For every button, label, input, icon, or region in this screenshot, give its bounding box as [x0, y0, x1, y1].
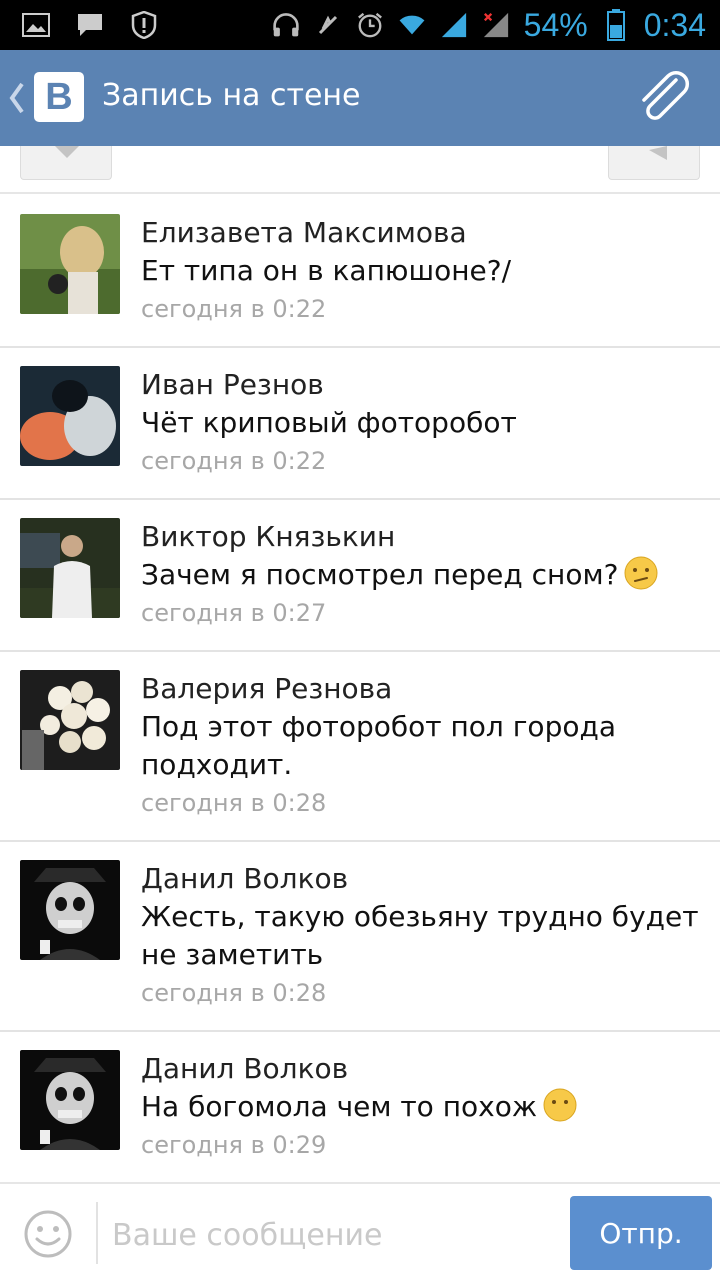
signal-no-data-icon: [482, 11, 510, 39]
post-action-row: [0, 146, 720, 194]
comment-text: Жесть, такую обезьяну трудно будет не за…: [141, 900, 699, 971]
comment-text: Зачем я посмотрел перед сном?: [141, 556, 706, 594]
avatar[interactable]: [20, 670, 120, 770]
comment-item[interactable]: Елизавета Максимова Ет типа он в капюшон…: [0, 196, 720, 348]
mute-icon: [314, 11, 342, 39]
comment-time: сегодня в 0:29: [141, 1131, 327, 1159]
comment-item[interactable]: Виктор Князькин Зачем я посмотрел перед …: [0, 500, 720, 652]
comment-author[interactable]: Валерия Резнова: [141, 670, 706, 708]
message-composer: Отпр.: [0, 1182, 720, 1280]
page-title: Запись на стене: [102, 78, 361, 113]
composer-divider: [96, 1202, 98, 1264]
status-bar: 54% 0:34: [0, 0, 720, 50]
comment-time: сегодня в 0:22: [141, 447, 327, 475]
smiley-icon[interactable]: [22, 1208, 74, 1260]
headphones-icon: [272, 11, 300, 39]
comment-item[interactable]: Данил Волков Жесть, такую обезьяну трудн…: [0, 842, 720, 1032]
avatar[interactable]: [20, 1050, 120, 1150]
comment-item[interactable]: Данил Волков На богомола чем то похож се…: [0, 1032, 720, 1184]
avatar[interactable]: [20, 366, 120, 466]
signal-icon: [440, 11, 468, 39]
comment-author[interactable]: Иван Резнов: [141, 366, 706, 404]
comment-author[interactable]: Данил Волков: [141, 1050, 706, 1088]
app-header: B Запись на стене: [0, 50, 720, 146]
comment-author[interactable]: Данил Волков: [141, 860, 706, 898]
no-mouth-face-icon: [543, 1088, 577, 1122]
comment-text: Под этот фоторобот пол города подходит.: [141, 710, 616, 781]
share-button[interactable]: [608, 146, 700, 180]
comments-list: Елизавета Максимова Ет типа он в капюшон…: [0, 196, 720, 1184]
paperclip-icon[interactable]: [636, 70, 694, 128]
send-button[interactable]: Отпр.: [570, 1196, 712, 1270]
comment-time: сегодня в 0:28: [141, 789, 327, 817]
comment-time: сегодня в 0:22: [141, 295, 327, 323]
vk-logo[interactable]: B: [34, 72, 84, 122]
avatar[interactable]: [20, 518, 120, 618]
comment-time: сегодня в 0:27: [141, 599, 327, 627]
message-input[interactable]: [112, 1208, 542, 1262]
battery-icon: [602, 9, 630, 41]
back-chevron-icon[interactable]: [6, 80, 26, 116]
comment-author[interactable]: Виктор Князькин: [141, 518, 706, 556]
comment-item[interactable]: Иван Резнов Чёт криповый фоторобот сегод…: [0, 348, 720, 500]
comment-item[interactable]: Валерия Резнова Под этот фоторобот пол г…: [0, 652, 720, 842]
wifi-icon: [398, 11, 426, 39]
comment-text: Чёт криповый фоторобот: [141, 406, 517, 439]
battery-percent: 54%: [523, 7, 588, 43]
confused-face-icon: [624, 556, 658, 590]
alarm-icon: [356, 11, 384, 39]
clock: 0:34: [643, 7, 706, 43]
avatar[interactable]: [20, 860, 120, 960]
comment-author[interactable]: Елизавета Максимова: [141, 214, 706, 252]
message-icon: [76, 11, 104, 39]
image-icon: [22, 11, 50, 39]
comment-time: сегодня в 0:28: [141, 979, 327, 1007]
comment-text: Ет типа он в капюшоне?/: [141, 254, 512, 287]
alert-shield-icon: [130, 11, 158, 39]
comment-text: На богомола чем то похож: [141, 1088, 706, 1126]
like-button[interactable]: [20, 146, 112, 180]
avatar[interactable]: [20, 214, 120, 314]
